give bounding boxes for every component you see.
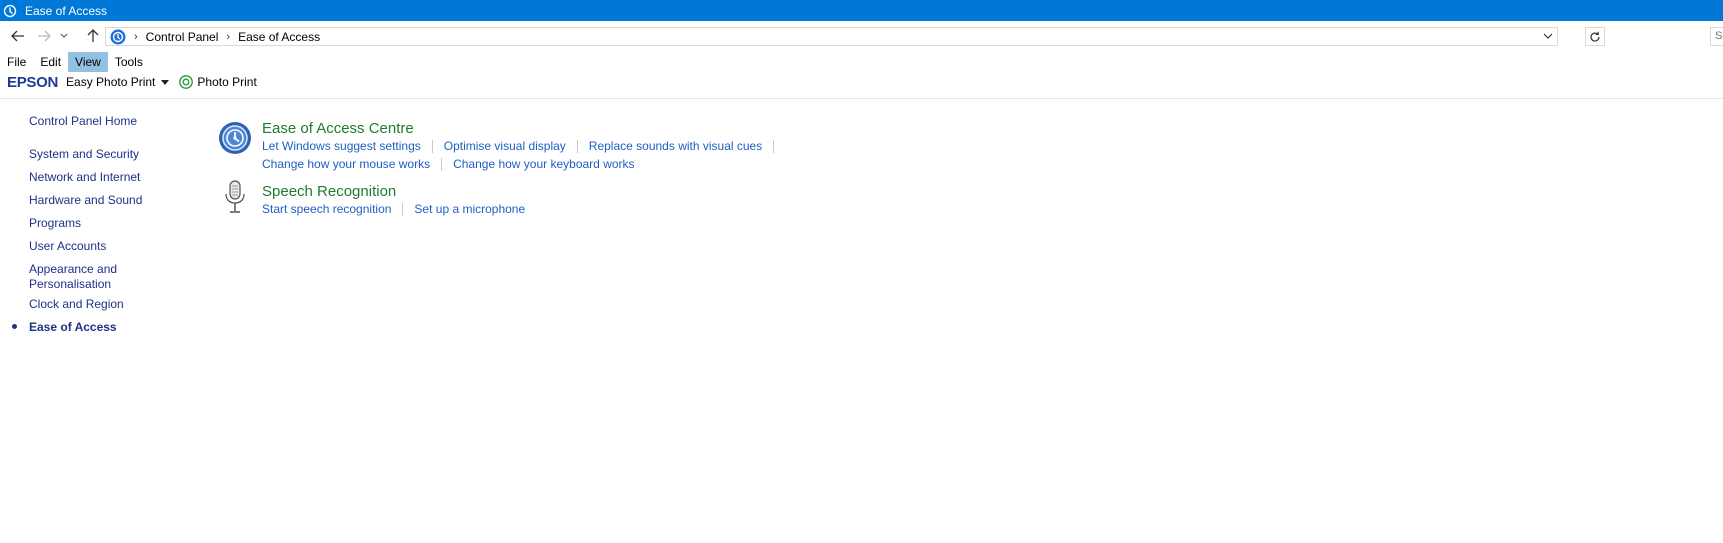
task-row: Let Windows suggest settings Optimise vi… [262, 139, 785, 153]
task-row: Start speech recognition Set up a microp… [262, 202, 525, 216]
back-button[interactable] [8, 27, 28, 45]
epson-logo: EPSON [7, 73, 59, 91]
menu-edit[interactable]: Edit [33, 52, 68, 72]
task-row: Change how your mouse works Change how y… [262, 157, 635, 171]
current-page-bullet [12, 324, 17, 329]
easy-photo-print-dropdown[interactable] [161, 79, 170, 85]
menu-tools[interactable]: Tools [108, 52, 150, 72]
link-separator [576, 139, 578, 153]
menu-file[interactable]: File [0, 52, 33, 72]
title-bar: Ease of Access [0, 0, 1723, 21]
control-panel-icon [110, 29, 126, 45]
link-separator [773, 139, 775, 153]
ease-of-access-icon [218, 121, 252, 158]
sidebar-item-hardware-and-sound[interactable]: Hardware and Sound [29, 193, 142, 207]
breadcrumb-separator: › [226, 30, 231, 43]
arrow-up-icon [87, 29, 99, 42]
section-title-speech-recognition[interactable]: Speech Recognition [262, 183, 396, 200]
up-button[interactable] [83, 27, 103, 45]
link-separator [431, 139, 433, 153]
microphone-icon [223, 180, 247, 219]
toolbar-divider [0, 98, 1723, 99]
forward-button[interactable] [34, 27, 54, 45]
ease-of-access-icon [3, 4, 17, 18]
search-input[interactable]: Se [1710, 27, 1723, 46]
breadcrumb-control-panel[interactable]: Control Panel [146, 30, 219, 44]
window-title: Ease of Access [25, 3, 108, 18]
address-bar[interactable]: › Control Panel › Ease of Access [105, 27, 1558, 46]
sidebar-item-appearance-line2[interactable]: Personalisation [29, 277, 111, 291]
sidebar-item-user-accounts[interactable]: User Accounts [29, 239, 106, 253]
link-set-up-a-microphone[interactable]: Set up a microphone [414, 202, 525, 216]
menu-bar: File Edit View Tools [0, 52, 150, 72]
sidebar-item-appearance-line1[interactable]: Appearance and [29, 262, 117, 276]
chevron-down-icon [60, 33, 68, 38]
recent-locations-button[interactable] [57, 27, 71, 45]
link-start-speech-recognition[interactable]: Start speech recognition [262, 202, 391, 216]
menu-view[interactable]: View [68, 52, 108, 72]
sidebar-item-programs[interactable]: Programs [29, 216, 81, 230]
link-separator [441, 157, 443, 171]
sidebar-item-system-and-security[interactable]: System and Security [29, 147, 139, 161]
link-separator [402, 202, 404, 216]
sidebar-item-ease-of-access[interactable]: Ease of Access [29, 320, 117, 334]
link-change-how-your-mouse-works[interactable]: Change how your mouse works [262, 157, 430, 171]
sidebar-item-control-panel-home[interactable]: Control Panel Home [29, 114, 137, 128]
breadcrumb-ease-of-access[interactable]: Ease of Access [238, 30, 320, 44]
link-change-how-your-keyboard-works[interactable]: Change how your keyboard works [453, 157, 634, 171]
refresh-icon [1590, 31, 1600, 42]
breadcrumb-separator: › [134, 30, 138, 43]
link-replace-sounds-with-visual-cues[interactable]: Replace sounds with visual cues [589, 139, 762, 153]
caret-down-icon [161, 79, 170, 85]
sidebar-item-clock-and-region[interactable]: Clock and Region [29, 297, 124, 311]
navigation-bar: › Control Panel › Ease of Access Se [0, 25, 1723, 48]
arrow-left-icon [11, 30, 24, 42]
section-title-ease-of-access-centre[interactable]: Ease of Access Centre [262, 120, 414, 137]
photo-print-button[interactable]: Photo Print [197, 75, 256, 89]
link-let-windows-suggest-settings[interactable]: Let Windows suggest settings [262, 139, 421, 153]
chevron-down-icon [1543, 33, 1553, 39]
sidebar-item-network-and-internet[interactable]: Network and Internet [29, 170, 140, 184]
refresh-button[interactable] [1585, 27, 1605, 46]
arrow-right-icon [38, 30, 51, 42]
address-dropdown-button[interactable] [1543, 29, 1553, 46]
easy-photo-print-button[interactable]: Easy Photo Print [66, 75, 155, 89]
photo-print-icon [179, 75, 194, 89]
epson-toolbar: EPSON Easy Photo Print Photo Print [0, 73, 257, 91]
link-optimise-visual-display[interactable]: Optimise visual display [444, 139, 566, 153]
